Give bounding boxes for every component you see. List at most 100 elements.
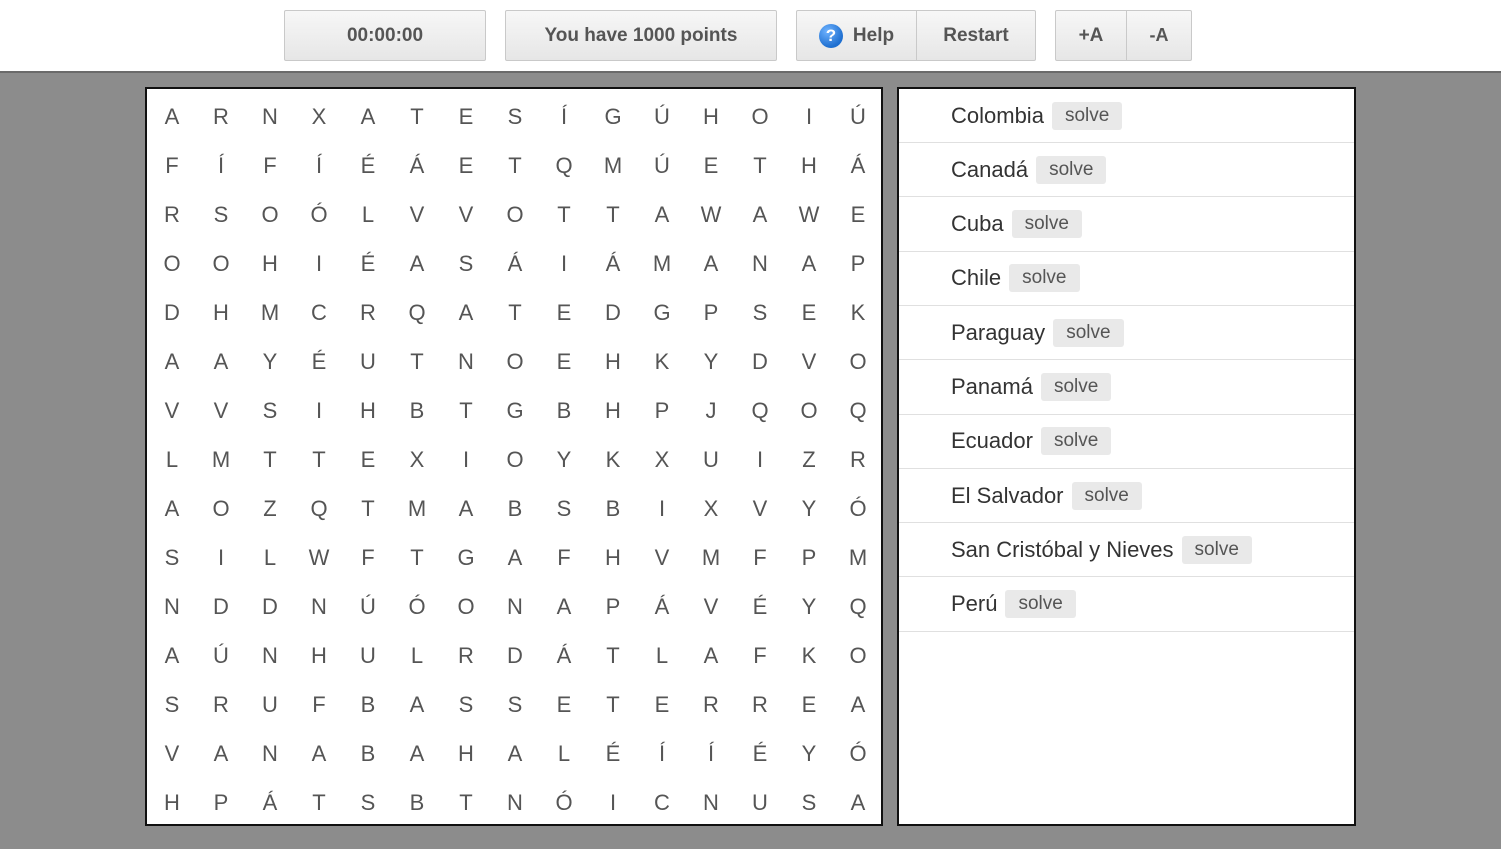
grid-cell[interactable]: H — [148, 779, 197, 828]
grid-cell[interactable]: T — [491, 289, 540, 338]
grid-cell[interactable]: Y — [785, 583, 834, 632]
grid-cell[interactable]: K — [638, 338, 687, 387]
grid-cell[interactable]: Ó — [834, 485, 883, 534]
grid-cell[interactable]: H — [246, 240, 295, 289]
grid-cell[interactable]: Á — [589, 240, 638, 289]
grid-cell[interactable]: G — [589, 93, 638, 142]
grid-cell[interactable]: A — [442, 485, 491, 534]
grid-cell[interactable]: T — [540, 191, 589, 240]
grid-cell[interactable]: N — [246, 730, 295, 779]
grid-cell[interactable]: P — [785, 534, 834, 583]
grid-cell[interactable]: É — [736, 730, 785, 779]
grid-cell[interactable]: D — [246, 583, 295, 632]
grid-cell[interactable]: U — [687, 436, 736, 485]
grid-cell[interactable]: H — [295, 632, 344, 681]
restart-button[interactable]: Restart — [917, 10, 1036, 61]
grid-cell[interactable]: L — [540, 730, 589, 779]
grid-cell[interactable]: R — [736, 681, 785, 730]
grid-cell[interactable]: B — [491, 485, 540, 534]
grid-cell[interactable]: O — [491, 436, 540, 485]
grid-cell[interactable]: F — [246, 142, 295, 191]
grid-cell[interactable]: V — [687, 583, 736, 632]
grid-cell[interactable]: X — [638, 436, 687, 485]
grid-cell[interactable]: A — [687, 632, 736, 681]
grid-cell[interactable]: W — [687, 191, 736, 240]
grid-cell[interactable]: Ú — [638, 93, 687, 142]
grid-cell[interactable]: I — [540, 240, 589, 289]
grid-cell[interactable]: F — [540, 534, 589, 583]
grid-cell[interactable]: I — [197, 534, 246, 583]
grid-cell[interactable]: S — [246, 387, 295, 436]
grid-cell[interactable]: I — [785, 93, 834, 142]
grid-cell[interactable]: T — [589, 191, 638, 240]
grid-cell[interactable]: R — [197, 681, 246, 730]
grid-cell[interactable]: F — [148, 142, 197, 191]
grid-cell[interactable]: Q — [834, 387, 883, 436]
grid-cell[interactable]: T — [393, 93, 442, 142]
grid-cell[interactable]: A — [295, 730, 344, 779]
grid-cell[interactable]: V — [638, 534, 687, 583]
grid-cell[interactable]: A — [736, 191, 785, 240]
grid-cell[interactable]: S — [442, 681, 491, 730]
grid-cell[interactable]: S — [197, 191, 246, 240]
grid-cell[interactable]: E — [540, 681, 589, 730]
grid-cell[interactable]: R — [442, 632, 491, 681]
grid-cell[interactable]: N — [148, 583, 197, 632]
grid-cell[interactable]: U — [344, 632, 393, 681]
grid-cell[interactable]: N — [295, 583, 344, 632]
grid-cell[interactable]: Y — [246, 338, 295, 387]
grid-cell[interactable]: E — [834, 191, 883, 240]
grid-cell[interactable]: E — [540, 338, 589, 387]
grid-cell[interactable]: V — [785, 338, 834, 387]
grid-cell[interactable]: A — [344, 93, 393, 142]
grid-cell[interactable]: Í — [687, 730, 736, 779]
grid-cell[interactable]: N — [246, 93, 295, 142]
grid-cell[interactable]: E — [442, 142, 491, 191]
grid-cell[interactable]: S — [442, 240, 491, 289]
grid-cell[interactable]: P — [834, 240, 883, 289]
grid-cell[interactable]: N — [736, 240, 785, 289]
grid-cell[interactable]: L — [148, 436, 197, 485]
grid-cell[interactable]: C — [638, 779, 687, 828]
grid-cell[interactable]: E — [785, 289, 834, 338]
grid-cell[interactable]: T — [442, 779, 491, 828]
grid-cell[interactable]: Ó — [393, 583, 442, 632]
grid-cell[interactable]: P — [589, 583, 638, 632]
grid-cell[interactable]: O — [491, 191, 540, 240]
grid-cell[interactable]: A — [638, 191, 687, 240]
grid-cell[interactable]: C — [295, 289, 344, 338]
grid-cell[interactable]: P — [638, 387, 687, 436]
grid-cell[interactable]: Z — [246, 485, 295, 534]
grid-cell[interactable]: S — [491, 681, 540, 730]
grid-cell[interactable]: Ú — [197, 632, 246, 681]
grid-cell[interactable]: Ó — [834, 730, 883, 779]
grid-cell[interactable]: Y — [687, 338, 736, 387]
grid-cell[interactable]: H — [442, 730, 491, 779]
grid-cell[interactable]: T — [589, 632, 638, 681]
grid-cell[interactable]: Á — [246, 779, 295, 828]
grid-cell[interactable]: Í — [638, 730, 687, 779]
grid-cell[interactable]: P — [197, 779, 246, 828]
grid-cell[interactable]: H — [197, 289, 246, 338]
grid-cell[interactable]: M — [393, 485, 442, 534]
solve-button[interactable]: solve — [1071, 481, 1142, 510]
grid-cell[interactable]: N — [491, 779, 540, 828]
grid-cell[interactable]: B — [589, 485, 638, 534]
grid-cell[interactable]: E — [687, 142, 736, 191]
grid-cell[interactable]: R — [834, 436, 883, 485]
grid-cell[interactable]: T — [393, 534, 442, 583]
grid-cell[interactable]: T — [246, 436, 295, 485]
grid-cell[interactable]: É — [344, 142, 393, 191]
grid-cell[interactable]: H — [344, 387, 393, 436]
solve-button[interactable]: solve — [1005, 590, 1076, 619]
grid-cell[interactable]: B — [344, 730, 393, 779]
grid-cell[interactable]: Á — [638, 583, 687, 632]
grid-cell[interactable]: O — [834, 632, 883, 681]
grid-cell[interactable]: Q — [736, 387, 785, 436]
grid-cell[interactable]: O — [785, 387, 834, 436]
grid-cell[interactable]: Í — [295, 142, 344, 191]
grid-cell[interactable]: H — [589, 534, 638, 583]
grid-cell[interactable]: X — [393, 436, 442, 485]
grid-cell[interactable]: É — [589, 730, 638, 779]
grid-cell[interactable]: T — [393, 338, 442, 387]
